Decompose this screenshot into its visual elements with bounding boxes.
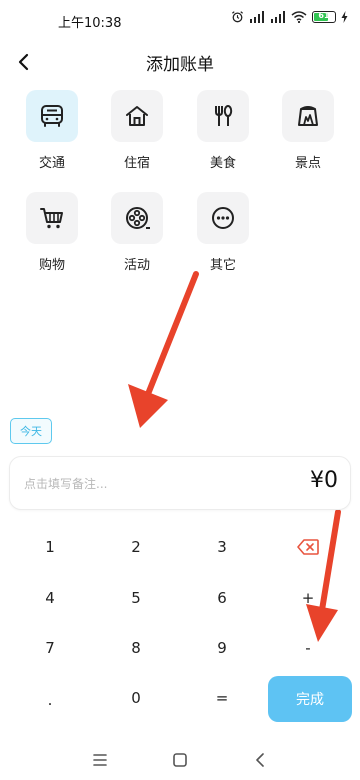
category-label: 其它 [209, 258, 236, 273]
key-2[interactable]: 2 [96, 527, 176, 567]
amount-display: ¥0 [310, 468, 338, 493]
key-6[interactable]: 6 [182, 578, 262, 618]
category-label: 活动 [123, 258, 150, 273]
key-4[interactable]: 4 [10, 578, 90, 618]
key-equals[interactable]: = [182, 678, 262, 718]
more-dots-icon [212, 207, 234, 229]
signal-icon [271, 10, 285, 23]
status-bar: 上午10:38 61 [0, 0, 360, 40]
category-label: 购物 [38, 258, 65, 273]
done-button[interactable]: 完成 [268, 676, 352, 722]
annotation-arrow [128, 271, 199, 428]
charging-icon [341, 10, 348, 23]
system-nav-bar [0, 740, 360, 780]
scenic-icon [298, 106, 318, 126]
key-dot[interactable]: . [10, 680, 90, 720]
category-tile [282, 90, 334, 142]
status-time: 上午10:38 [58, 16, 122, 31]
category-label: 景点 [294, 156, 321, 171]
category-scenic[interactable]: 景点 [278, 90, 338, 176]
category-tile [111, 192, 163, 244]
note-amount-box: ¥0 [9, 456, 351, 510]
cart-icon [40, 208, 63, 229]
category-lodging[interactable]: 住宿 [107, 90, 167, 176]
category-tile [197, 192, 249, 244]
key-1[interactable]: 1 [10, 527, 90, 567]
category-tile [26, 90, 78, 142]
key-plus[interactable]: + [268, 578, 348, 618]
category-activity[interactable]: 活动 [107, 192, 167, 278]
category-label: 美食 [209, 156, 236, 171]
signal-icon [250, 10, 264, 23]
key-7[interactable]: 7 [10, 628, 90, 668]
alarm-icon [232, 11, 243, 23]
film-reel-icon [126, 207, 150, 229]
battery-level: 61 [318, 10, 330, 20]
page-title: 添加账单 [146, 55, 214, 75]
nav-menu-button[interactable] [88, 748, 112, 772]
key-0[interactable]: 0 [96, 678, 176, 718]
nav-home-button[interactable] [168, 748, 192, 772]
category-tile [197, 90, 249, 142]
category-shopping[interactable]: 购物 [22, 192, 82, 278]
category-other[interactable]: 其它 [193, 192, 253, 278]
key-3[interactable]: 3 [182, 527, 262, 567]
delete-key[interactable] [268, 527, 348, 567]
category-label: 交通 [38, 156, 65, 171]
menu-icon [93, 754, 107, 766]
wifi-icon [291, 10, 307, 23]
key-minus[interactable]: - [268, 628, 348, 668]
house-icon [126, 106, 148, 126]
header: 添加账单 [0, 40, 360, 84]
battery-icon: 61 [312, 10, 336, 23]
nav-back-button[interactable] [248, 748, 272, 772]
note-input[interactable] [24, 473, 244, 495]
backspace-icon [297, 539, 319, 555]
category-label: 住宿 [123, 156, 150, 171]
bus-icon [41, 105, 63, 127]
home-square-icon [173, 753, 187, 767]
category-tile [111, 90, 163, 142]
key-9[interactable]: 9 [182, 628, 262, 668]
add-bill-page: 上午10:38 61 添加账单 交通 住宿 美食 景点 购物 活动 其它 今天 … [0, 0, 360, 780]
status-icons: 61 [231, 10, 348, 23]
category-food[interactable]: 美食 [193, 90, 253, 176]
back-triangle-icon [256, 753, 264, 767]
category-tile [26, 192, 78, 244]
date-chip[interactable]: 今天 [10, 418, 52, 444]
key-8[interactable]: 8 [96, 628, 176, 668]
category-transport[interactable]: 交通 [22, 90, 82, 176]
utensils-icon [215, 105, 233, 126]
key-5[interactable]: 5 [96, 578, 176, 618]
